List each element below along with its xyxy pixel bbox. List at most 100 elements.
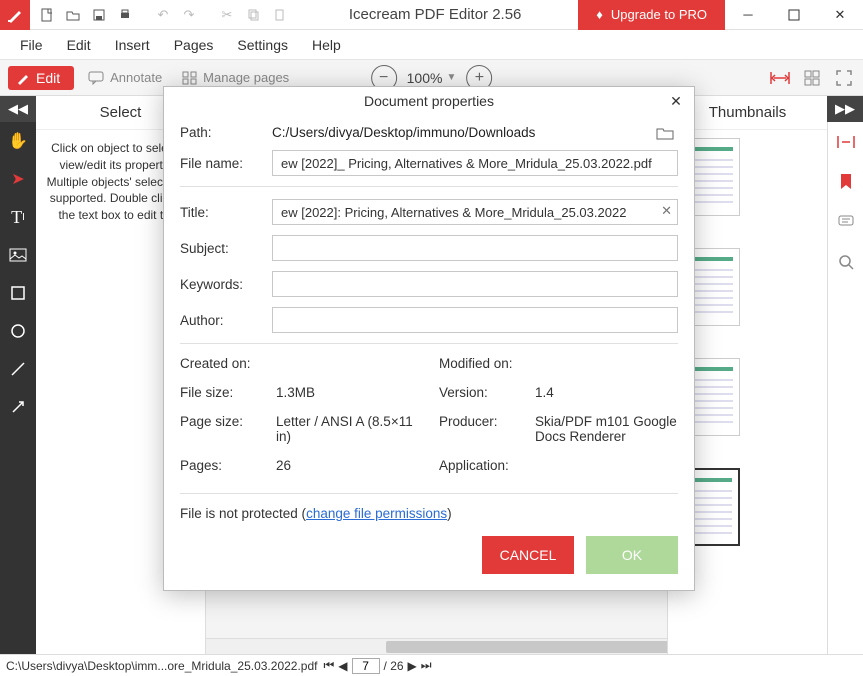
upgrade-button[interactable]: ♦ Upgrade to PRO xyxy=(578,0,725,30)
menu-settings[interactable]: Settings xyxy=(227,33,298,57)
dialog-body: Path: C:/Users/divya/Desktop/immuno/Down… xyxy=(164,115,694,536)
minimize-button[interactable]: ─ xyxy=(725,0,771,30)
left-collapse-button[interactable]: ◀◀ xyxy=(0,96,36,122)
ok-button[interactable]: OK xyxy=(586,536,678,574)
manage-label: Manage pages xyxy=(203,70,289,85)
next-page-button[interactable]: ▶ xyxy=(408,659,417,673)
chevron-down-icon: ▼ xyxy=(446,72,456,83)
fit-page-icon[interactable] xyxy=(828,122,863,162)
zoom-dropdown[interactable]: 100% ▼ xyxy=(407,70,457,86)
change-permissions-link[interactable]: change file permissions xyxy=(306,506,447,521)
image-tool-icon[interactable] xyxy=(0,236,36,274)
application-value xyxy=(535,458,678,473)
subject-input[interactable] xyxy=(272,235,678,261)
page-navigator: ⏮ ◀ / 26 ▶ ⏭ xyxy=(323,658,431,674)
speech-icon xyxy=(88,71,104,85)
thumbnail-item[interactable]: 4 xyxy=(674,230,821,326)
keywords-row: Keywords: xyxy=(180,271,678,297)
producer-label: Producer: xyxy=(439,414,535,444)
diamond-icon: ♦ xyxy=(596,7,603,22)
text-tool-icon[interactable]: TI xyxy=(0,198,36,236)
thumbnail-item[interactable] xyxy=(674,138,821,216)
cancel-button[interactable]: CANCEL xyxy=(482,536,574,574)
modified-value xyxy=(535,356,678,371)
circle-tool-icon[interactable] xyxy=(0,312,36,350)
maximize-button[interactable] xyxy=(771,0,817,30)
horizontal-scrollbar[interactable] xyxy=(206,638,667,654)
edit-mode-button[interactable]: Edit xyxy=(8,66,74,90)
filename-input[interactable] xyxy=(272,150,678,176)
bookmark-icon[interactable] xyxy=(828,162,863,202)
print-icon[interactable] xyxy=(112,0,138,30)
right-collapse-button[interactable]: ▶▶ xyxy=(827,96,863,122)
app-logo-icon xyxy=(0,0,30,30)
comments-icon[interactable] xyxy=(828,202,863,242)
pages-value: 26 xyxy=(276,458,419,473)
new-icon[interactable] xyxy=(34,0,60,30)
window-controls: ─ ✕ xyxy=(725,0,863,30)
menu-file[interactable]: File xyxy=(10,33,53,57)
path-label: Path: xyxy=(180,125,272,140)
quick-toolbar: ↶ ↷ ✂ xyxy=(30,0,292,30)
pagesize-label: Page size: xyxy=(180,414,276,444)
author-input[interactable] xyxy=(272,307,678,333)
redo-icon[interactable]: ↷ xyxy=(176,0,202,30)
right-tool-strip xyxy=(827,122,863,654)
thumbnail-item[interactable]: 5 xyxy=(674,340,821,436)
info-grid: Created on: File size:1.3MB Page size:Le… xyxy=(180,356,678,487)
pagesize-value: Letter / ANSI A (8.5×11 in) xyxy=(276,414,419,444)
open-icon[interactable] xyxy=(60,0,86,30)
grid-icon xyxy=(182,71,197,85)
filename-row: File name: xyxy=(180,150,678,176)
title-input[interactable] xyxy=(272,199,678,225)
upgrade-label: Upgrade to PRO xyxy=(611,7,707,22)
line-tool-icon[interactable] xyxy=(0,350,36,388)
author-row: Author: xyxy=(180,307,678,333)
grid-view-icon[interactable] xyxy=(801,67,823,89)
menu-insert[interactable]: Insert xyxy=(105,33,160,57)
undo-icon[interactable]: ↶ xyxy=(150,0,176,30)
created-value xyxy=(276,356,419,371)
close-button[interactable]: ✕ xyxy=(817,0,863,30)
prev-page-button[interactable]: ◀ xyxy=(338,659,347,673)
keywords-input[interactable] xyxy=(272,271,678,297)
arrow-tool-icon[interactable] xyxy=(0,388,36,426)
menu-edit[interactable]: Edit xyxy=(57,33,101,57)
hand-tool-icon[interactable]: ✋ xyxy=(0,122,36,160)
menu-help[interactable]: Help xyxy=(302,33,351,57)
status-path: C:\Users\divya\Desktop\imm...ore_Mridula… xyxy=(6,659,317,673)
modified-label: Modified on: xyxy=(439,356,535,371)
title-bar: ↶ ↷ ✂ Icecream PDF Editor 2.56 ♦ Upgrade… xyxy=(0,0,863,30)
rect-tool-icon[interactable] xyxy=(0,274,36,312)
fit-width-icon[interactable] xyxy=(769,67,791,89)
menu-bar: File Edit Insert Pages Settings Help xyxy=(0,30,863,60)
filesize-label: File size: xyxy=(180,385,276,400)
cursor-tool-icon[interactable]: ➤ xyxy=(0,160,36,198)
document-properties-dialog: Document properties ✕ Path: C:/Users/div… xyxy=(163,86,695,591)
subject-label: Subject: xyxy=(180,241,272,256)
producer-value: Skia/PDF m101 Google Docs Renderer xyxy=(535,414,678,444)
protection-prefix: File is not protected ( xyxy=(180,506,306,521)
clear-title-button[interactable]: ✕ xyxy=(661,203,672,219)
copy-icon[interactable] xyxy=(240,0,266,30)
fullscreen-icon[interactable] xyxy=(833,67,855,89)
title-row: Title: ✕ xyxy=(180,199,678,225)
keywords-label: Keywords: xyxy=(180,277,272,292)
cut-icon[interactable]: ✂ xyxy=(214,0,240,30)
left-tool-strip: ✋ ➤ TI xyxy=(0,122,36,654)
annotate-button[interactable]: Annotate xyxy=(82,66,168,89)
open-folder-icon[interactable] xyxy=(656,126,678,140)
paste-icon[interactable] xyxy=(266,0,292,30)
title-label: Title: xyxy=(180,205,272,220)
dialog-buttons: CANCEL OK xyxy=(164,536,694,590)
search-icon[interactable] xyxy=(828,242,863,282)
thumb-number: 6 xyxy=(674,450,821,464)
dialog-close-button[interactable]: ✕ xyxy=(666,91,686,111)
current-page-input[interactable] xyxy=(352,658,380,674)
menu-pages[interactable]: Pages xyxy=(164,33,224,57)
save-icon[interactable] xyxy=(86,0,112,30)
first-page-button[interactable]: ⏮ xyxy=(323,658,334,673)
thumbnail-item[interactable]: 6 xyxy=(674,450,821,546)
thumb-number: 5 xyxy=(674,340,821,354)
last-page-button[interactable]: ⏭ xyxy=(421,658,432,673)
